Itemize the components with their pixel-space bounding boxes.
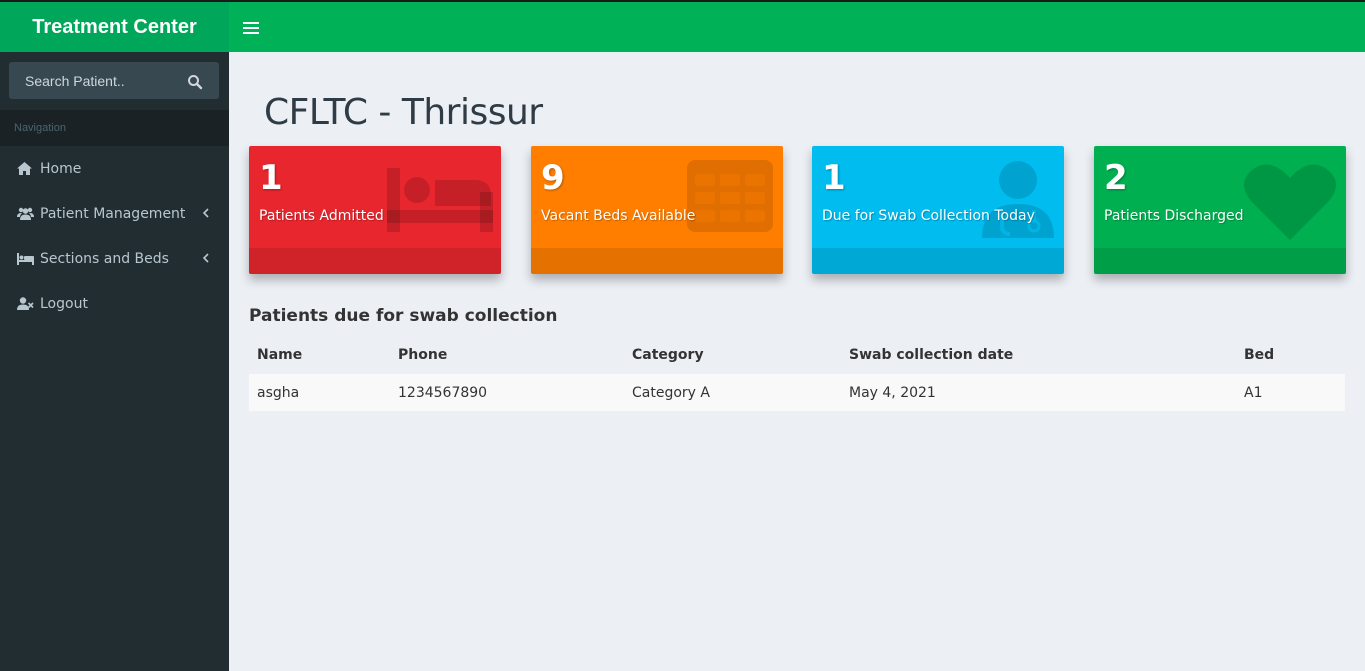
heart-icon (1244, 164, 1336, 240)
column-header-name: Name (257, 347, 303, 363)
sidebar-item-logout[interactable]: Logout (0, 281, 229, 326)
search-form (9, 62, 219, 99)
sidebar-menu: Home Patient Management Sections and Bed… (0, 146, 229, 326)
sidebar-item-label: Home (40, 160, 82, 177)
app-title: Treatment Center (32, 15, 197, 38)
top-navbar (229, 2, 1365, 52)
sidebar-item-label: Logout (40, 295, 88, 312)
cell-category: Category A (632, 384, 710, 401)
stat-label: Vacant Beds Available (541, 208, 696, 224)
sidebar-item-patient-management[interactable]: Patient Management (0, 191, 229, 236)
cell-bed: A1 (1244, 384, 1263, 401)
user-times-icon (17, 297, 35, 311)
stat-footer-link[interactable] (249, 248, 501, 274)
stat-footer-link[interactable] (1094, 248, 1346, 274)
column-header-swab-date: Swab collection date (849, 347, 1014, 363)
search-input[interactable] (9, 62, 179, 99)
stat-label: Patients Admitted (259, 208, 384, 224)
calendar-grid-icon (687, 160, 773, 232)
cell-name: asgha (257, 384, 300, 401)
page-title: CFLTC - Thrissur (264, 92, 543, 133)
stat-footer-link[interactable] (812, 248, 1064, 274)
stat-box-discharged: 2 Patients Discharged (1094, 146, 1346, 274)
table-header-row: Name Phone Category Swab collection date… (249, 336, 1345, 374)
stat-value: 9 (541, 158, 565, 198)
app-logo[interactable]: Treatment Center (0, 2, 229, 52)
column-header-phone: Phone (398, 347, 448, 363)
sidebar-item-home[interactable]: Home (0, 146, 229, 191)
swab-table: Name Phone Category Swab collection date… (249, 336, 1345, 411)
cell-phone: 1234567890 (398, 384, 488, 401)
stat-label: Patients Discharged (1104, 208, 1244, 224)
stat-label: Due for Swab Collection Today (822, 208, 1035, 224)
bed-icon (387, 168, 493, 232)
stat-value: 2 (1104, 158, 1128, 198)
chevron-left-icon (202, 253, 209, 263)
home-icon (17, 162, 35, 176)
sidebar: Navigation Home Patient Management (0, 52, 229, 671)
stat-box-admitted: 1 Patients Admitted (249, 146, 501, 274)
stat-value: 1 (259, 158, 283, 198)
column-header-category: Category (632, 347, 704, 363)
nav-header: Navigation (0, 110, 229, 146)
user-doctor-icon (982, 161, 1054, 238)
sidebar-toggle-icon[interactable] (243, 19, 259, 35)
table-row[interactable]: asgha 1234567890 Category A May 4, 2021 … (249, 374, 1345, 411)
bed-icon (17, 252, 35, 266)
stat-box-swab-due: 1 Due for Swab Collection Today (812, 146, 1064, 274)
sidebar-item-label: Sections and Beds (40, 250, 169, 267)
sidebar-item-sections-beds[interactable]: Sections and Beds (0, 236, 229, 281)
sidebar-item-label: Patient Management (40, 205, 186, 222)
chevron-left-icon (202, 208, 209, 218)
stat-footer-link[interactable] (531, 248, 783, 274)
section-title: Patients due for swab collection (249, 306, 558, 326)
stat-box-vacant-beds: 9 Vacant Beds Available (531, 146, 783, 274)
cell-swab-date: May 4, 2021 (849, 384, 936, 401)
users-icon (17, 207, 35, 221)
search-icon[interactable] (187, 74, 203, 90)
stat-value: 1 (822, 158, 846, 198)
column-header-bed: Bed (1244, 347, 1275, 363)
